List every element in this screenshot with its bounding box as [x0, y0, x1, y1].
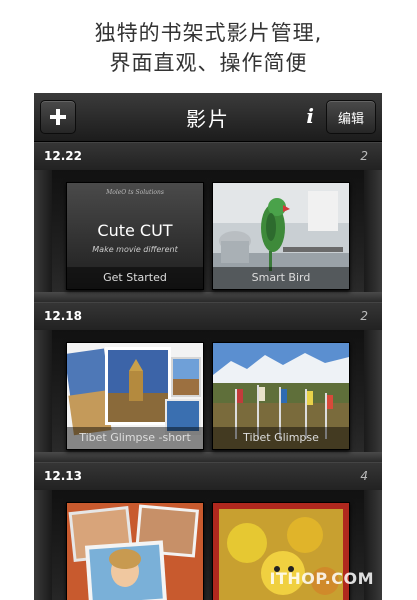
shelf: MoleO ts Solutions Cute CUT Make movie d…	[34, 170, 382, 302]
section-date: 12.13	[44, 469, 82, 483]
shelf-side	[364, 170, 382, 302]
movie-card-tibet-glimpse-short[interactable]: Tibet Glimpse -short	[66, 342, 204, 450]
watermark: ITHOP.COM	[269, 569, 374, 588]
thumb-title-text: Cute CUT	[97, 221, 173, 240]
section-count: 2	[360, 309, 368, 323]
app-screen: 影片 i 编辑 12.22 2 MoleO ts Solutions Cute …	[34, 93, 382, 600]
thumb-top-text: MoleO ts Solutions	[106, 189, 164, 196]
section-header: 12.13 4	[34, 462, 382, 491]
shelf-lip	[34, 292, 382, 302]
info-icon[interactable]: i	[306, 104, 314, 128]
promo-line-1: 独特的书架式影片管理,	[94, 21, 323, 45]
shelf-side	[34, 330, 52, 462]
section-count: 4	[360, 469, 368, 483]
movie-card-family[interactable]	[66, 502, 204, 600]
edit-button[interactable]: 编辑	[326, 100, 376, 134]
movie-card-get-started[interactable]: MoleO ts Solutions Cute CUT Make movie d…	[66, 182, 204, 290]
shelf-side	[34, 170, 52, 302]
promo-text: 独特的书架式影片管理, 界面直观、操作简便	[0, 18, 417, 78]
shelf-side	[34, 490, 52, 600]
section-header: 12.18 2	[34, 302, 382, 331]
movie-caption: Get Started	[67, 267, 203, 289]
movie-card-tibet-glimpse[interactable]: Tibet Glimpse	[212, 342, 350, 450]
shelf: Tibet Glimpse -short Tibet Glimpse	[34, 330, 382, 462]
movie-caption: Smart Bird	[213, 267, 349, 289]
shelf-side	[364, 330, 382, 462]
movie-caption: Tibet Glimpse	[213, 427, 349, 449]
thumb-subtitle-text: Make movie different	[92, 245, 178, 254]
section-header: 12.22 2	[34, 142, 382, 171]
movie-caption: Tibet Glimpse -short	[67, 427, 203, 449]
movie-card-smart-bird[interactable]: Smart Bird	[212, 182, 350, 290]
movie-thumbnail	[67, 503, 203, 600]
shelf-lip	[34, 452, 382, 462]
section-count: 2	[360, 149, 368, 163]
section-date: 12.22	[44, 149, 82, 163]
promo-line-2: 界面直观、操作简便	[109, 51, 308, 75]
navigation-bar: 影片 i 编辑	[34, 93, 382, 142]
section-date: 12.18	[44, 309, 82, 323]
